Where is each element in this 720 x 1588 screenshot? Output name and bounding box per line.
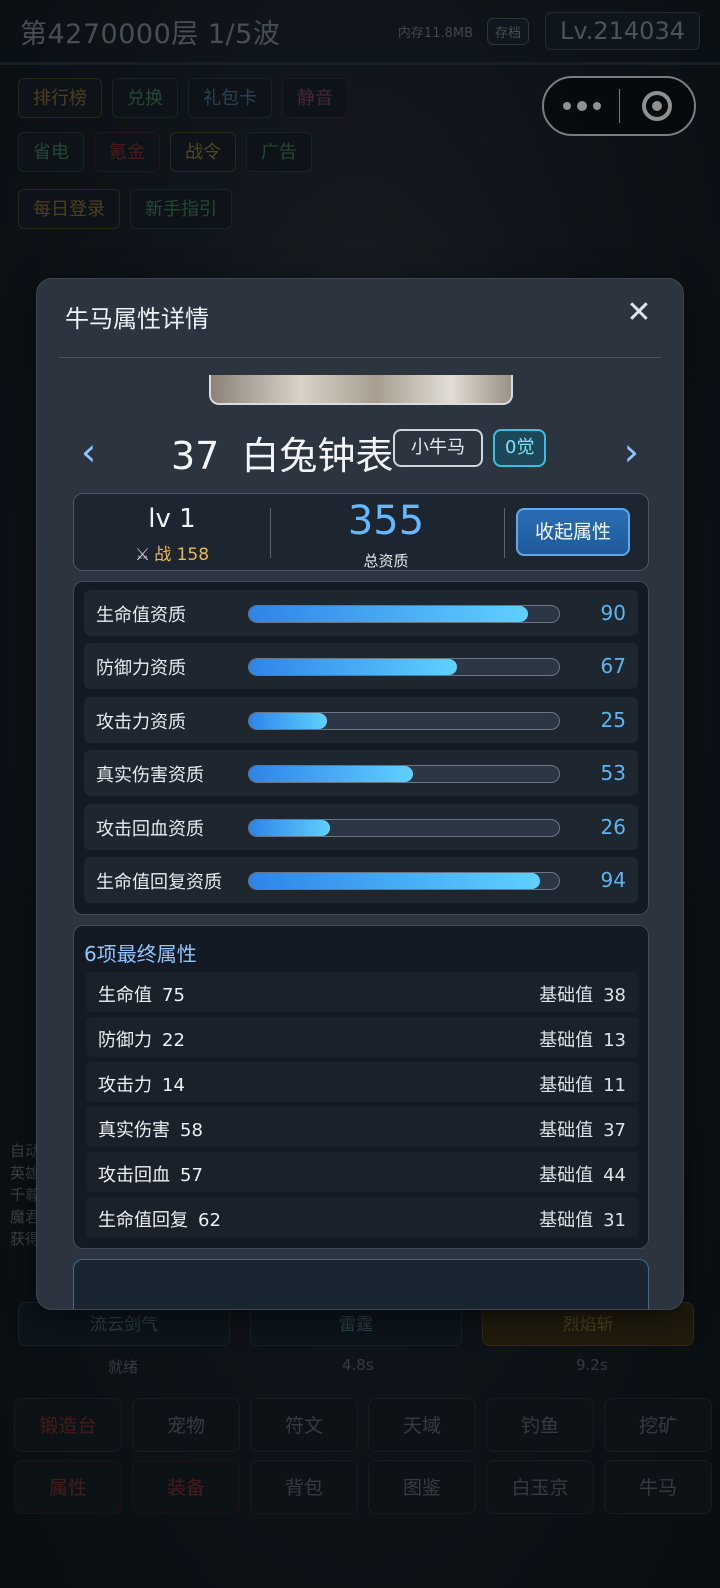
total-quality-label: 总资质 xyxy=(363,552,409,570)
base-label: 基础值 xyxy=(539,985,594,1006)
base-value: 38 xyxy=(603,985,626,1006)
final-attribute-row: 攻击力 14 基础值 11 xyxy=(86,1062,638,1102)
quality-bar xyxy=(248,605,560,623)
quality-value: 25 xyxy=(600,707,626,732)
final-attributes-panel: 6项最终属性 生命值 75 基础值 38 防御力 22 基础值 13 攻击力 14 基础值… xyxy=(73,925,649,1249)
attribute-name: 真实伤害 58 xyxy=(98,1116,203,1142)
quality-bar-fill xyxy=(249,712,327,729)
attribute-base: 基础值 13 xyxy=(539,1026,626,1052)
attribute-label: 真实伤害 xyxy=(98,1120,170,1141)
attribute-base: 基础值 37 xyxy=(539,1116,626,1142)
chevron-right-icon[interactable]: › xyxy=(624,429,639,475)
quality-list: 生命值资质 90 防御力资质 67 攻击力资质 25 真实伤害资质 53 攻击回… xyxy=(73,581,649,915)
quality-bar xyxy=(248,711,560,730)
attribute-value: 57 xyxy=(180,1165,203,1186)
base-value: 37 xyxy=(603,1120,626,1141)
power-value: 158 xyxy=(176,545,210,565)
power-label: 战 xyxy=(154,545,172,565)
attribute-detail-modal: 牛马属性详情 ✕ ‹ 37 白兔钟表 小牛马 0觉 › lv 1 ⚔ 战 158 3… xyxy=(36,278,684,1310)
base-label: 基础值 xyxy=(539,1030,594,1051)
attribute-name: 防御力 22 xyxy=(98,1026,185,1052)
crossed-swords-icon: ⚔ xyxy=(134,545,151,565)
attribute-label: 攻击力 xyxy=(98,1075,152,1096)
attribute-value: 75 xyxy=(162,985,185,1006)
final-attributes-title: 6项最终属性 xyxy=(84,942,197,966)
combat-power: ⚔ 战 158 xyxy=(74,540,270,565)
attribute-value: 14 xyxy=(162,1075,185,1096)
quality-value: 94 xyxy=(600,867,626,892)
summary-panel: lv 1 ⚔ 战 158 355 总资质 收起属性 xyxy=(73,493,649,571)
base-value: 44 xyxy=(603,1165,626,1186)
hero-name: 白兔钟表 xyxy=(241,434,394,478)
total-quality-value: 355 xyxy=(347,498,425,544)
quality-value: 90 xyxy=(600,601,626,625)
base-value: 11 xyxy=(603,1075,626,1096)
hero-portrait xyxy=(209,375,513,405)
attribute-label: 生命值 xyxy=(98,985,152,1006)
attribute-value: 62 xyxy=(198,1210,221,1231)
quality-label: 攻击回血资质 xyxy=(96,818,204,840)
quality-value: 53 xyxy=(600,761,626,786)
base-value: 13 xyxy=(603,1030,626,1051)
final-attribute-row: 生命值 75 基础值 38 xyxy=(86,972,638,1012)
final-attribute-row: 攻击回血 57 基础值 44 xyxy=(86,1152,638,1192)
quality-bar xyxy=(248,765,560,784)
collapse-attributes-button[interactable]: 收起属性 xyxy=(516,508,630,556)
attribute-base: 基础值 38 xyxy=(539,981,626,1007)
base-label: 基础值 xyxy=(539,1075,594,1096)
quality-row: 生命值回复资质 94 xyxy=(84,856,638,903)
quality-label: 防御力资质 xyxy=(96,658,186,680)
type-badge: 小牛马 xyxy=(393,429,483,467)
attribute-value: 58 xyxy=(180,1120,203,1141)
quality-bar-fill xyxy=(249,606,528,622)
quality-row: 真实伤害资质 53 xyxy=(84,750,638,797)
base-label: 基础值 xyxy=(539,1120,594,1141)
base-label: 基础值 xyxy=(539,1165,594,1186)
quality-row: 防御力资质 67 xyxy=(84,643,638,690)
quality-label: 生命值回复资质 xyxy=(96,871,222,893)
chevron-left-icon[interactable]: ‹ xyxy=(81,429,96,475)
attribute-base: 基础值 11 xyxy=(539,1071,626,1097)
attribute-label: 防御力 xyxy=(98,1030,152,1051)
base-value: 31 xyxy=(603,1210,626,1231)
hero-title: 37 白兔钟表 xyxy=(171,425,393,480)
attribute-label: 攻击回血 xyxy=(98,1165,170,1186)
quality-bar-fill xyxy=(249,872,541,889)
modal-title: 牛马属性详情 xyxy=(65,305,209,333)
attribute-base: 基础值 31 xyxy=(539,1206,626,1232)
quality-bar-fill xyxy=(249,819,330,836)
quality-bar-fill xyxy=(249,659,457,676)
summary-divider xyxy=(504,508,505,558)
attribute-name: 生命值回复 62 xyxy=(98,1206,221,1232)
quality-bar xyxy=(248,871,560,890)
attribute-base: 基础值 44 xyxy=(539,1161,626,1187)
title-divider xyxy=(59,357,661,358)
attribute-name: 攻击回血 57 xyxy=(98,1161,203,1187)
next-section-panel xyxy=(73,1259,649,1309)
hero-level: lv 1 xyxy=(148,504,196,534)
quality-bar xyxy=(248,658,560,677)
attribute-name: 攻击力 14 xyxy=(98,1071,185,1097)
quality-row: 攻击力资质 25 xyxy=(84,696,638,743)
final-attribute-row: 防御力 22 基础值 13 xyxy=(86,1017,638,1057)
quality-bar xyxy=(248,818,560,837)
base-label: 基础值 xyxy=(539,1210,594,1231)
quality-label: 生命值资质 xyxy=(96,605,186,626)
quality-value: 26 xyxy=(600,814,626,839)
quality-row: 攻击回血资质 26 xyxy=(84,803,638,850)
hero-number: 37 xyxy=(171,434,220,478)
attribute-name: 生命值 75 xyxy=(98,981,185,1007)
close-icon[interactable]: ✕ xyxy=(623,297,655,329)
quality-value: 67 xyxy=(600,654,626,679)
attribute-value: 22 xyxy=(162,1030,185,1051)
awaken-badge: 0觉 xyxy=(493,429,547,467)
final-attribute-row: 生命值回复 62 基础值 31 xyxy=(86,1197,638,1237)
quality-bar-fill xyxy=(249,766,414,783)
quality-row: 生命值资质 90 xyxy=(84,590,638,636)
quality-label: 攻击力资质 xyxy=(96,711,186,733)
quality-label: 真实伤害资质 xyxy=(96,765,204,787)
attribute-label: 生命值回复 xyxy=(98,1210,188,1231)
final-attribute-row: 真实伤害 58 基础值 37 xyxy=(86,1107,638,1147)
